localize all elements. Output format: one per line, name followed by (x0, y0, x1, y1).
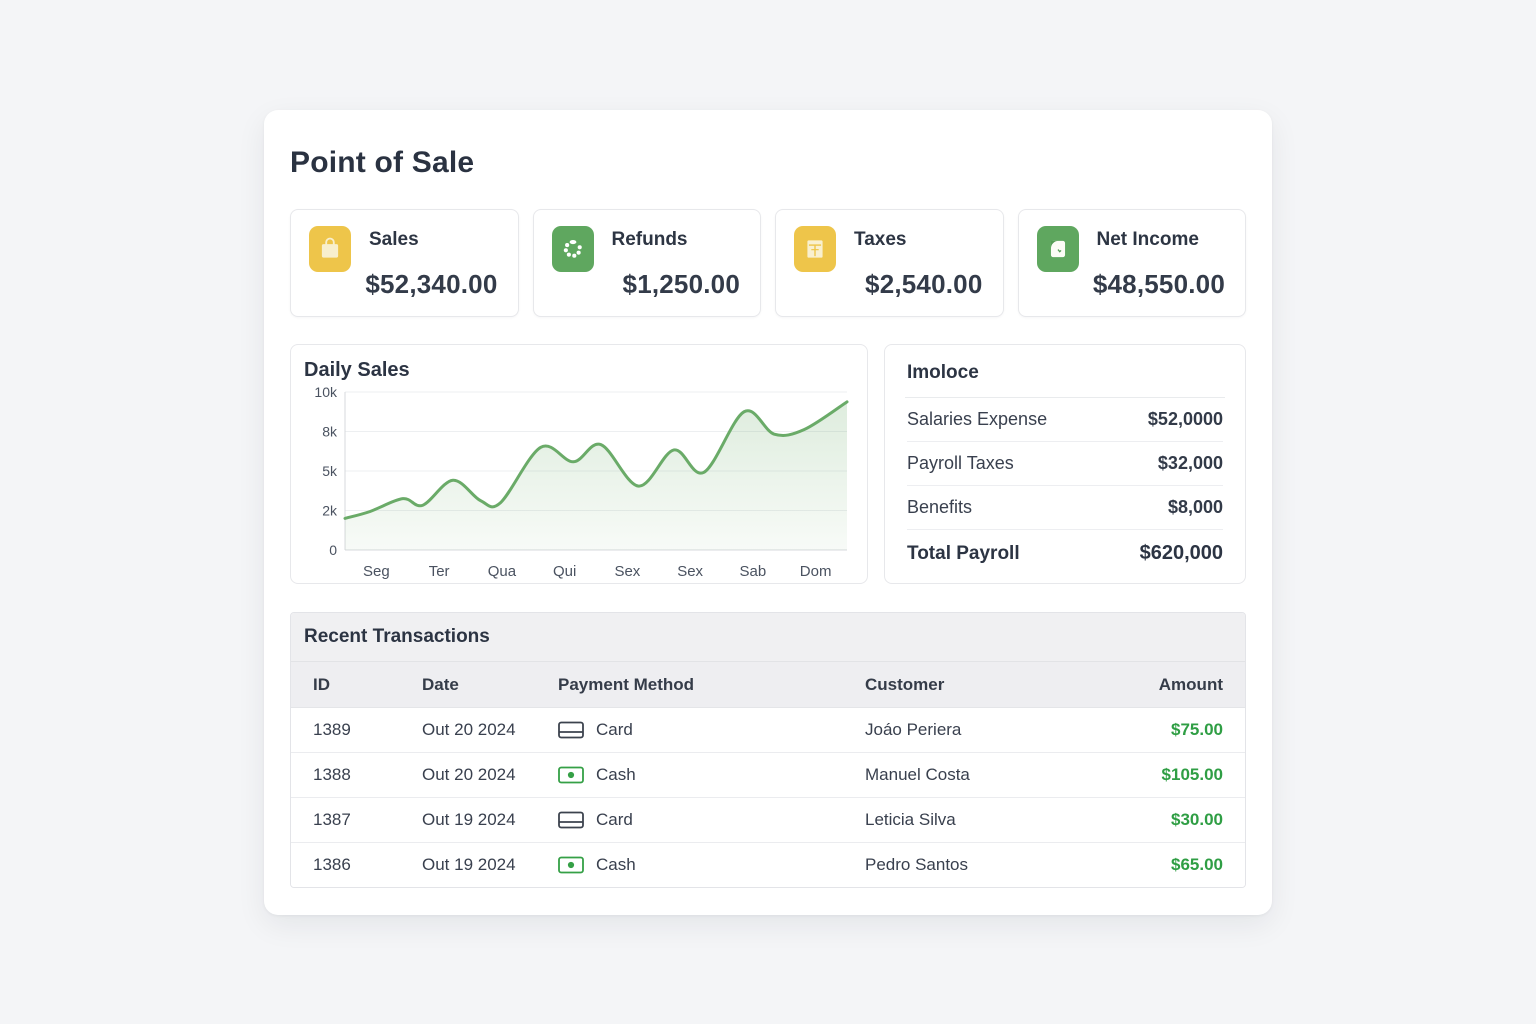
page-title: Point of Sale (290, 146, 1246, 180)
tx-method: Cash (596, 765, 636, 785)
col-header-date: Date (422, 675, 558, 695)
stat-label: Sales (369, 229, 500, 251)
stat-value: $1,250.00 (596, 269, 743, 300)
chart-title: Daily Sales (304, 359, 867, 382)
svg-text:10k: 10k (314, 384, 338, 400)
tx-date: Out 20 2024 (422, 765, 558, 785)
stat-card-sales[interactable]: Sales $52,340.00 (290, 209, 519, 317)
svg-text:Qui: Qui (553, 563, 576, 580)
svg-text:8k: 8k (322, 424, 338, 440)
svg-text:5k: 5k (322, 463, 338, 479)
transactions-title: Recent Transactions (304, 626, 490, 648)
tx-method: Card (596, 810, 633, 830)
tx-method: Card (596, 720, 633, 740)
payroll-row-benefits: Benefits $8,000 (907, 486, 1223, 530)
col-header-id: ID (313, 675, 422, 695)
col-header-amount: Amount (1097, 675, 1223, 695)
payroll-row-value: $52,0000 (1148, 409, 1223, 430)
shopping-bag-icon (309, 226, 351, 272)
stat-value: $2,540.00 (838, 269, 985, 300)
stat-value: $48,550.00 (1081, 269, 1228, 300)
tx-method: Cash (596, 855, 636, 875)
cash-icon (558, 856, 584, 874)
tx-date: Out 19 2024 (422, 855, 558, 875)
refund-dots-icon (552, 226, 594, 272)
tx-amount: $105.00 (1097, 765, 1223, 785)
payroll-row-taxes: Payroll Taxes $32,000 (907, 442, 1223, 486)
stat-label: Refunds (612, 229, 743, 251)
col-header-customer: Customer (865, 675, 1097, 695)
tx-id: 1387 (313, 810, 422, 830)
middle-row: Daily Sales 10k 8k 5k 2k 0 Seg Ter Qua Qui Sex Sex… (290, 344, 1246, 584)
tx-amount: $75.00 (1097, 720, 1223, 740)
transactions-titlebar: Recent Transactions (291, 613, 1245, 662)
tx-customer: Pedro Santos (865, 855, 1097, 875)
col-header-payment-method: Payment Method (558, 675, 865, 695)
payroll-row-label: Payroll Taxes (907, 453, 1014, 474)
stat-card-taxes[interactable]: Taxes $2,540.00 (775, 209, 1004, 317)
svg-text:Seg: Seg (363, 563, 390, 580)
transaction-row[interactable]: 1387 Out 19 2024 Card Leticia Silva $30.… (291, 798, 1245, 843)
payroll-row-value: $8,000 (1168, 497, 1223, 518)
stat-card-net-income[interactable]: Net Income $48,550.00 (1018, 209, 1247, 317)
svg-text:Sex: Sex (614, 563, 640, 580)
daily-sales-panel: Daily Sales 10k 8k 5k 2k 0 Seg Ter Qua Qui Sex Sex… (290, 344, 868, 584)
tx-id: 1386 (313, 855, 422, 875)
svg-text:0: 0 (329, 542, 337, 558)
receipt-icon (794, 226, 836, 272)
card-icon (558, 721, 584, 739)
svg-text:Sex: Sex (677, 563, 703, 580)
stat-label: Taxes (854, 229, 985, 251)
payroll-row-label: Salaries Expense (907, 409, 1047, 430)
svg-text:Qua: Qua (488, 563, 517, 580)
tx-customer: Leticia Silva (865, 810, 1097, 830)
tx-amount: $65.00 (1097, 855, 1223, 875)
recent-transactions-panel: Recent Transactions ID Date Payment Meth… (290, 612, 1246, 888)
stat-label: Net Income (1097, 229, 1228, 251)
svg-text:Ter: Ter (429, 563, 450, 580)
card-icon (558, 811, 584, 829)
tx-amount: $30.00 (1097, 810, 1223, 830)
stat-card-refunds[interactable]: Refunds $1,250.00 (533, 209, 762, 317)
payroll-row-salaries: Salaries Expense $52,0000 (907, 398, 1223, 442)
transaction-row[interactable]: 1389 Out 20 2024 Card Joáo Periera $75.0… (291, 708, 1245, 753)
payroll-total-label: Total Payroll (907, 543, 1020, 565)
tx-date: Out 20 2024 (422, 720, 558, 740)
pos-dashboard-card: Point of Sale Sales $52,340.00 (264, 110, 1272, 915)
payroll-title: Imoloce (907, 362, 1223, 384)
stat-cards-row: Sales $52,340.00 Refunds $1,250.00 (290, 209, 1246, 317)
daily-sales-area-chart: 10k 8k 5k 2k 0 Seg Ter Qua Qui Sex Sex Sab Dom (301, 382, 857, 584)
payroll-total-value: $620,000 (1140, 542, 1223, 565)
svg-text:Sab: Sab (740, 563, 767, 580)
payroll-panel: Imoloce Salaries Expense $52,0000 Payrol… (884, 344, 1246, 584)
transaction-row[interactable]: 1388 Out 20 2024 Cash Manuel Costa $105.… (291, 753, 1245, 798)
payroll-row-value: $32,000 (1158, 453, 1223, 474)
tx-customer: Manuel Costa (865, 765, 1097, 785)
tx-id: 1389 (313, 720, 422, 740)
transaction-row[interactable]: 1386 Out 19 2024 Cash Pedro Santos $65.0… (291, 843, 1245, 887)
svg-text:2k: 2k (322, 503, 338, 519)
document-leaf-icon (1037, 226, 1079, 272)
tx-date: Out 19 2024 (422, 810, 558, 830)
tx-id: 1388 (313, 765, 422, 785)
payroll-total-row: Total Payroll $620,000 (907, 530, 1223, 577)
tx-customer: Joáo Periera (865, 720, 1097, 740)
payroll-row-label: Benefits (907, 497, 972, 518)
transactions-header-row: ID Date Payment Method Customer Amount (291, 662, 1245, 708)
cash-icon (558, 766, 584, 784)
stat-value: $52,340.00 (353, 269, 500, 300)
svg-text:Dom: Dom (800, 563, 832, 580)
